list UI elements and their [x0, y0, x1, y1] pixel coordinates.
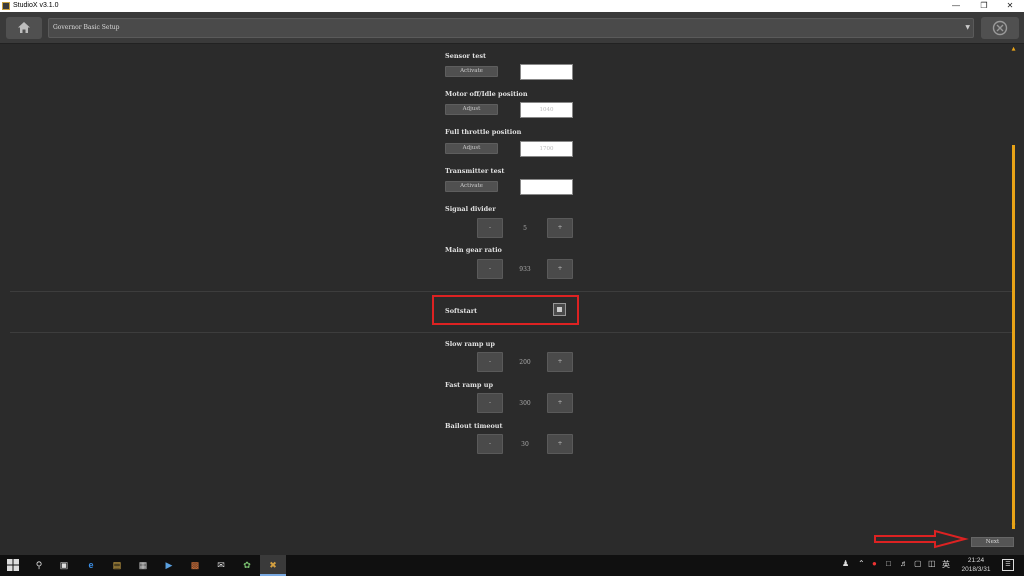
settings-panel: Sensor test Activate Motor off/Idle posi… [0, 45, 1024, 555]
transmitter-test-activate-button[interactable]: Activate [445, 181, 498, 192]
people-icon[interactable]: ♟ [842, 559, 849, 568]
sensor-test-label: Sensor test [445, 52, 487, 60]
full-throttle-adjust-button[interactable]: Adjust [445, 143, 498, 154]
home-icon [18, 22, 30, 33]
paint-app-icon[interactable]: ✿ [240, 558, 254, 572]
toolbar: Governor Basic Setup ▼ [0, 12, 1024, 44]
bailout-timeout-increment-button[interactable]: + [547, 434, 573, 454]
window-title: StudioX v3.1.0 [13, 2, 59, 9]
media-player-icon[interactable]: ▶ [162, 558, 176, 572]
main-gear-ratio-label: Main gear ratio [445, 246, 502, 254]
signal-divider-value: 5 [523, 225, 527, 232]
red-arrow-annotation-icon [874, 529, 969, 549]
windows-start-icon[interactable] [6, 559, 20, 573]
clock-time: 21:24 [967, 557, 985, 564]
mail-icon[interactable]: ✉ [214, 558, 228, 572]
section-divider [10, 291, 1014, 292]
clock-date: 2018/3/31 [961, 566, 991, 573]
signal-divider-decrement-button[interactable]: - [477, 218, 503, 238]
close-window-icon[interactable]: ✕ [996, 0, 1024, 12]
input-language-indicator[interactable]: 英 [942, 559, 950, 570]
transmitter-test-field [520, 179, 573, 195]
slow-ramp-up-label: Slow ramp up [445, 340, 495, 348]
task-view-icon[interactable]: ▣ [57, 558, 71, 572]
notification-center-icon[interactable]: ☰ [1002, 559, 1014, 571]
main-gear-ratio-increment-button[interactable]: + [547, 259, 573, 279]
softstart-label: Softstart [445, 307, 478, 315]
scroll-up-arrow-icon[interactable]: ▲ [1011, 46, 1016, 52]
home-button[interactable] [6, 17, 42, 39]
fast-ramp-up-value: 300 [519, 400, 531, 407]
next-button[interactable]: Next [971, 537, 1014, 547]
photos-app-icon[interactable]: ▩ [188, 558, 202, 572]
slow-ramp-up-value: 200 [519, 359, 531, 366]
search-icon[interactable]: ⚲ [32, 558, 46, 572]
monitor-tray-icon[interactable]: ▢ [914, 559, 922, 568]
motor-idle-label: Motor off/Idle position [445, 90, 528, 98]
file-explorer-icon[interactable]: ▤ [110, 558, 124, 572]
fast-ramp-up-decrement-button[interactable]: - [477, 393, 503, 413]
slow-ramp-up-increment-button[interactable]: + [547, 352, 573, 372]
edge-browser-icon[interactable]: e [84, 558, 98, 572]
sensor-test-field [520, 64, 573, 80]
slow-ramp-up-decrement-button[interactable]: - [477, 352, 503, 372]
page-select-dropdown[interactable]: Governor Basic Setup ▼ [48, 18, 974, 38]
close-circle-icon [992, 20, 1008, 36]
studiox-taskbar-button[interactable]: ✖ [260, 555, 286, 576]
fast-ramp-up-label: Fast ramp up [445, 381, 493, 389]
motor-idle-value-field: 1040 [520, 102, 573, 118]
store-icon[interactable]: ▦ [136, 558, 150, 572]
softstart-checkbox[interactable] [553, 303, 566, 316]
bailout-timeout-label: Bailout timeout [445, 422, 503, 430]
full-throttle-label: Full throttle position [445, 128, 522, 136]
system-clock[interactable]: 21:24 2018/3/31 [956, 556, 996, 574]
motor-idle-adjust-button[interactable]: Adjust [445, 104, 498, 115]
page-select-value: Governor Basic Setup [53, 24, 120, 31]
vertical-scrollbar-thumb[interactable] [1012, 145, 1015, 529]
bailout-timeout-decrement-button[interactable]: - [477, 434, 503, 454]
section-divider [10, 332, 1014, 333]
main-gear-ratio-value: 933 [519, 266, 531, 273]
main-gear-ratio-decrement-button[interactable]: - [477, 259, 503, 279]
window-titlebar: StudioX v3.1.0 — ❐ ✕ [0, 0, 1024, 12]
app-icon [2, 2, 10, 10]
bailout-timeout-value: 30 [521, 441, 529, 448]
full-throttle-value-field: 1700 [520, 141, 573, 157]
usb-tray-icon[interactable]: ◫ [928, 559, 936, 568]
minimize-icon[interactable]: — [942, 0, 970, 12]
fast-ramp-up-increment-button[interactable]: + [547, 393, 573, 413]
dropdown-arrow-icon: ▼ [965, 24, 970, 31]
windows-taskbar: ⚲ ▣ e ▤ ▦ ▶ ▩ ✉ ✿ ✖ ♟ ⌃ ● □ ♬ ▢ ◫ 英 21:2… [0, 555, 1024, 576]
signal-divider-label: Signal divider [445, 205, 496, 213]
show-hidden-icons-chevron-icon[interactable]: ⌃ [858, 559, 865, 568]
checkbox-checked-mark [557, 307, 562, 312]
signal-divider-increment-button[interactable]: + [547, 218, 573, 238]
volume-icon[interactable]: ♬ [900, 559, 908, 568]
transmitter-test-label: Transmitter test [445, 167, 505, 175]
studiox-app-icon: ✖ [269, 560, 277, 570]
restore-icon[interactable]: ❐ [970, 0, 998, 12]
sensor-test-activate-button[interactable]: Activate [445, 66, 498, 77]
close-page-button[interactable] [981, 17, 1019, 39]
antivirus-tray-icon[interactable]: ● [872, 559, 877, 568]
network-icon[interactable]: □ [886, 559, 891, 568]
scroll-down-arrow-icon[interactable]: ▼ [1011, 523, 1016, 529]
